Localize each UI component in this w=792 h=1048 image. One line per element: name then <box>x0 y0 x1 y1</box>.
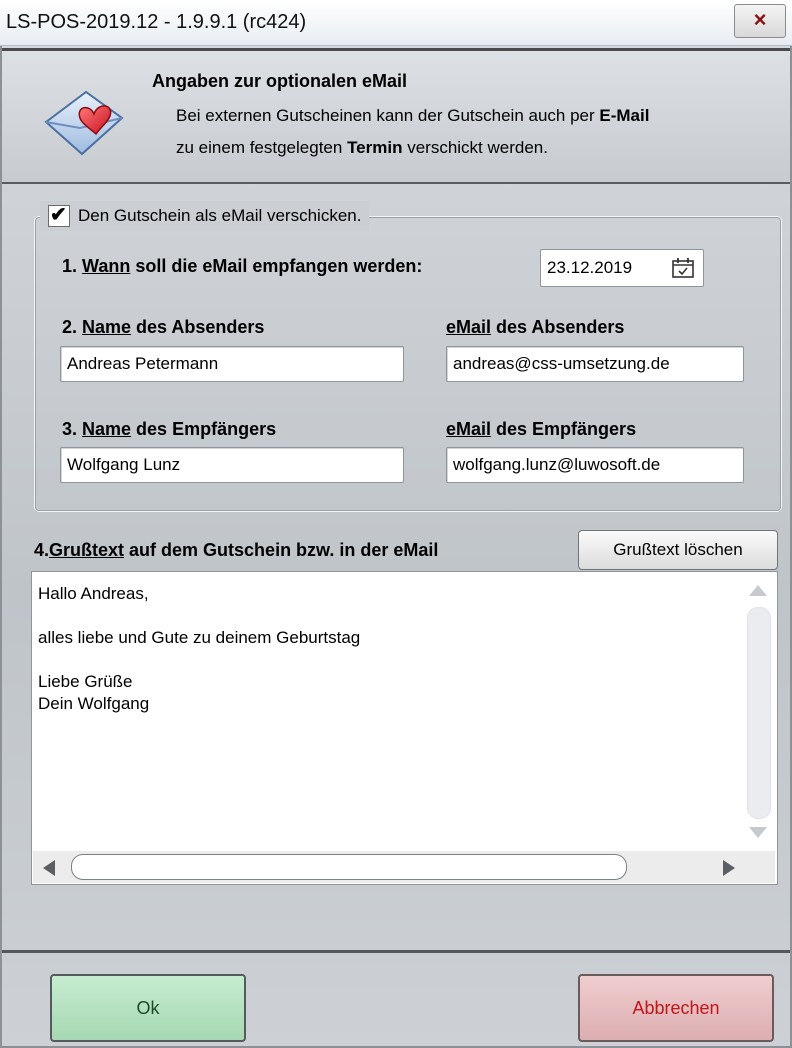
clear-greeting-button[interactable]: Grußtext löschen <box>578 530 778 570</box>
send-email-label: Den Gutschein als eMail verschicken. <box>78 206 362 225</box>
date-value[interactable]: 23.12.2019 <box>547 258 632 278</box>
envelope-heart-icon <box>44 90 124 156</box>
calendar-icon[interactable] <box>671 257 695 279</box>
send-email-option[interactable]: Den Gutschein als eMail verschicken. <box>40 201 370 231</box>
scroll-left-icon[interactable] <box>43 860 55 876</box>
horizontal-scrollbar[interactable] <box>33 851 741 883</box>
vertical-scroll-thumb[interactable] <box>747 607 771 819</box>
vertical-scrollbar[interactable] <box>741 573 775 851</box>
recipient-email-label: eMail des Empfängers <box>446 419 637 439</box>
scroll-right-icon[interactable] <box>723 860 735 876</box>
scroll-up-icon[interactable] <box>749 585 767 596</box>
sender-email-label: eMail des Absenders <box>446 317 625 337</box>
when-label: 1. Wann soll die eMail empfangen werden: <box>62 256 423 276</box>
footer-divider <box>2 950 790 953</box>
close-button[interactable]: × <box>734 4 786 38</box>
recipient-email-input[interactable]: wolfgang.lunz@luwosoft.de <box>446 447 744 483</box>
greeting-label: 4.Grußtext auf dem Gutschein bzw. in der… <box>34 540 439 560</box>
ok-button[interactable]: Ok <box>50 974 246 1042</box>
recipient-name-label: 3. Name des Empfängers <box>62 419 277 439</box>
greeting-text[interactable]: Hallo Andreas, alles liebe und Gute zu d… <box>38 583 738 715</box>
cancel-button[interactable]: Abbrechen <box>578 974 774 1042</box>
sender-name-input[interactable]: Andreas Petermann <box>60 346 404 382</box>
sender-name-label: 2. Name des Absenders <box>62 317 265 337</box>
horizontal-scroll-thumb[interactable] <box>71 854 627 880</box>
recipient-name-input[interactable]: Wolfgang Lunz <box>60 447 404 483</box>
header-title: Angaben zur optionalen eMail <box>152 71 408 91</box>
header-description-line1: Bei externen Gutscheinen kann der Gutsch… <box>176 106 650 125</box>
header-description-line2: zu einem festgelegten Termin verschickt … <box>176 138 548 157</box>
scroll-corner <box>741 851 775 883</box>
sender-email-input[interactable]: andreas@css-umsetzung.de <box>446 346 744 382</box>
date-picker[interactable]: 23.12.2019 <box>540 249 704 287</box>
window-title: LS-POS-2019.12 - 1.9.9.1 (rc424) <box>6 11 307 33</box>
send-email-checkbox[interactable] <box>48 202 70 227</box>
scroll-down-icon[interactable] <box>749 827 767 838</box>
